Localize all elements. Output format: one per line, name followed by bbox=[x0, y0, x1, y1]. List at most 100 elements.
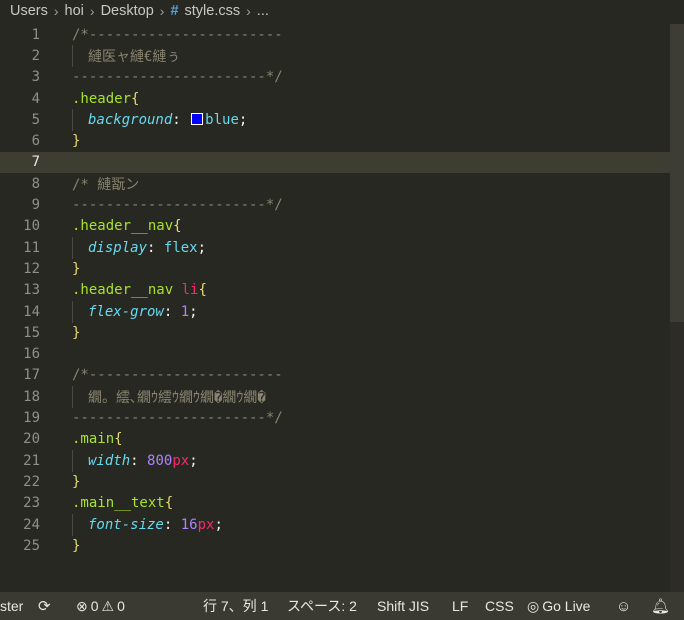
code-text: .header__nav{ bbox=[72, 218, 182, 235]
broadcast-icon: ◎ bbox=[527, 597, 540, 614]
code-line[interactable]: 22} bbox=[0, 471, 670, 492]
go-live-label: Go Live bbox=[542, 598, 591, 614]
line-number: 14 bbox=[23, 303, 40, 320]
code-line[interactable]: 1 /*----------------------- bbox=[0, 24, 670, 45]
feedback-icon[interactable]: ☺ bbox=[616, 592, 631, 620]
code-text: font-size: 16px; bbox=[88, 516, 223, 533]
eol-setting[interactable]: LF bbox=[452, 592, 468, 620]
bell-icon[interactable]: 🔔︎ bbox=[651, 592, 670, 620]
code-line[interactable]: 2 縺医ャ縺€縺ぅ bbox=[0, 45, 670, 66]
chevron-right-icon: › bbox=[246, 3, 251, 19]
warning-icon: ⚠ bbox=[101, 597, 115, 614]
code-line[interactable]: 4 .header{ bbox=[0, 88, 670, 109]
breadcrumb: Users › hoi › Desktop › # style.css › ..… bbox=[0, 0, 684, 22]
code-text: 縺医ャ縺€縺ぅ bbox=[88, 48, 181, 65]
breadcrumb-item-users[interactable]: Users bbox=[10, 3, 48, 19]
chevron-right-icon: › bbox=[53, 3, 59, 19]
encoding-setting[interactable]: Shift JIS bbox=[377, 592, 429, 620]
line-number: 21 bbox=[23, 452, 40, 469]
chevron-right-icon: › bbox=[159, 3, 165, 19]
code-text: display: flex; bbox=[88, 239, 207, 256]
color-swatch[interactable] bbox=[191, 112, 204, 125]
code-line[interactable]: 17 /*----------------------- bbox=[0, 365, 670, 386]
code-text: -----------------------*/ bbox=[72, 197, 283, 214]
code-line[interactable]: 10 .header__nav{ bbox=[0, 216, 670, 237]
line-number: 16 bbox=[23, 346, 40, 363]
code-text: -----------------------*/ bbox=[72, 410, 283, 427]
code-text: /*----------------------- bbox=[72, 26, 283, 43]
code-text: .main__text{ bbox=[72, 495, 174, 512]
line-number: 15 bbox=[23, 324, 40, 341]
branch-name[interactable]: ster bbox=[0, 592, 23, 620]
line-number: 12 bbox=[23, 260, 40, 277]
code-line[interactable]: 3 -----------------------*/ bbox=[0, 67, 670, 88]
line-number: 1 bbox=[31, 26, 40, 43]
code-line[interactable]: 11 display: flex; bbox=[0, 237, 670, 258]
error-count: 0 bbox=[90, 598, 99, 614]
code-line[interactable]: 14 flex-grow: 1; bbox=[0, 301, 670, 322]
line-number: 8 bbox=[31, 175, 40, 192]
chevron-right-icon: › bbox=[89, 3, 95, 19]
code-line[interactable]: 24 font-size: 16px; bbox=[0, 514, 670, 535]
css-file-icon: # bbox=[170, 3, 179, 19]
code-text: } bbox=[72, 324, 81, 341]
code-line[interactable]: 9 -----------------------*/ bbox=[0, 194, 670, 215]
code-text: background: blue; bbox=[88, 111, 248, 128]
line-number: 3 bbox=[31, 69, 40, 86]
code-text: } bbox=[72, 537, 81, 554]
breadcrumb-item-desktop[interactable]: Desktop bbox=[101, 3, 154, 19]
code-line[interactable]: 6} bbox=[0, 131, 670, 152]
line-number: 6 bbox=[31, 133, 40, 150]
language-mode[interactable]: CSS bbox=[485, 592, 514, 620]
line-number: 18 bbox=[23, 388, 40, 405]
line-number: 2 bbox=[31, 47, 40, 64]
cursor-position[interactable]: 行 7、列 1 bbox=[203, 592, 268, 620]
go-live-button[interactable]: ◎ Go Live bbox=[527, 592, 590, 620]
code-text: } bbox=[72, 473, 81, 490]
error-icon: ⊗ bbox=[76, 597, 88, 614]
code-line[interactable]: 21 width: 800px; bbox=[0, 450, 670, 471]
code-text: } bbox=[72, 260, 81, 277]
code-line[interactable]: 23 .main__text{ bbox=[0, 493, 670, 514]
code-text: .header__nav li{ bbox=[72, 282, 207, 299]
line-number: 24 bbox=[23, 516, 40, 533]
line-number: 20 bbox=[23, 431, 40, 448]
code-line[interactable]: 15} bbox=[0, 322, 670, 343]
code-line[interactable]: 18 繝。繧､繝ｳ繧ｳ繝ｳ繝�繝ｳ繝� bbox=[0, 386, 670, 407]
sync-icon[interactable]: ⟳ bbox=[38, 592, 51, 620]
line-number: 7 bbox=[31, 154, 40, 171]
scrollbar-thumb[interactable] bbox=[670, 24, 684, 322]
code-text: .main{ bbox=[72, 431, 123, 448]
code-line[interactable]: 12} bbox=[0, 258, 670, 279]
code-line[interactable]: 19 -----------------------*/ bbox=[0, 407, 670, 428]
code-line-current[interactable]: 7 bbox=[0, 151, 670, 174]
code-line[interactable]: 5 background: blue; bbox=[0, 109, 670, 130]
line-number: 22 bbox=[23, 473, 40, 490]
line-number: 5 bbox=[31, 111, 40, 128]
code-text: width: 800px; bbox=[88, 452, 198, 469]
code-line[interactable]: 13 .header__nav li{ bbox=[0, 280, 670, 301]
breadcrumb-item-more[interactable]: ... bbox=[257, 3, 269, 19]
problems-indicator[interactable]: ⊗ 0 ⚠ 0 bbox=[76, 592, 125, 620]
warning-count: 0 bbox=[117, 598, 125, 614]
line-number: 23 bbox=[23, 495, 40, 512]
code-line[interactable]: 20 .main{ bbox=[0, 429, 670, 450]
code-editor[interactable]: 1 /*----------------------- 2 縺医ャ縺€縺ぅ 3 ---… bbox=[0, 24, 684, 592]
line-number: 19 bbox=[23, 410, 40, 427]
code-line[interactable]: 25} bbox=[0, 535, 670, 556]
code-text: flex-grow: 1; bbox=[88, 303, 198, 320]
breadcrumb-item-file[interactable]: style.css bbox=[185, 3, 241, 19]
code-text: 繝。繧､繝ｳ繧ｳ繝ｳ繝�繝ｳ繝� bbox=[88, 389, 266, 406]
line-number: 25 bbox=[23, 537, 40, 554]
code-line[interactable]: 16 bbox=[0, 344, 670, 365]
code-text: /* 縺翫ン bbox=[72, 176, 140, 193]
line-number: 10 bbox=[23, 218, 40, 235]
status-bar: ster ⟳ ⊗ 0 ⚠ 0 行 7、列 1 スペース: 2 Shift JIS… bbox=[0, 592, 684, 620]
line-number: 13 bbox=[23, 282, 40, 299]
line-number: 4 bbox=[31, 90, 40, 107]
indentation-setting[interactable]: スペース: 2 bbox=[287, 592, 357, 620]
code-line[interactable]: 8 /* 縺翫ン bbox=[0, 173, 670, 194]
breadcrumb-item-hoi[interactable]: hoi bbox=[65, 3, 84, 19]
line-number: 17 bbox=[23, 367, 40, 384]
code-text: /*----------------------- bbox=[72, 367, 283, 384]
